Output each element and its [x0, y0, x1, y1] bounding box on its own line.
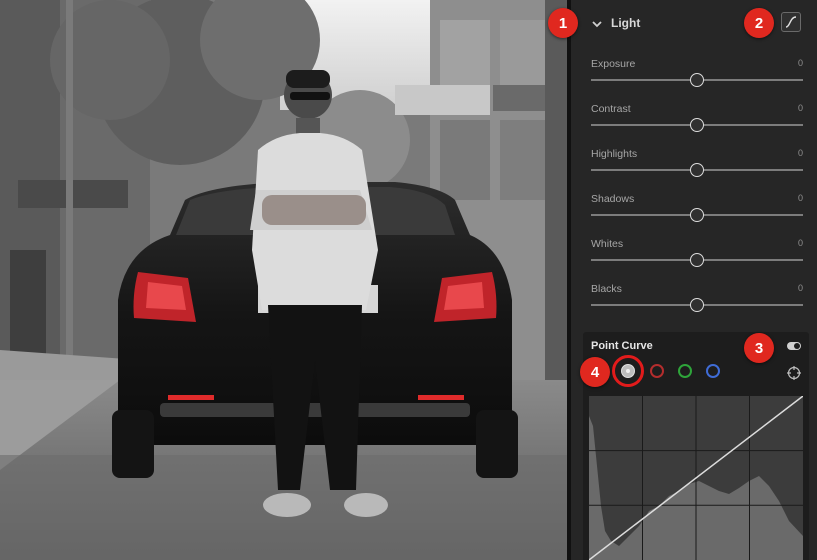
tone-curve-icon — [782, 13, 800, 31]
callout-badge-3: 3 — [744, 333, 774, 363]
slider-label: Exposure — [591, 58, 636, 70]
point-curve-graph[interactable] — [589, 396, 803, 560]
slider-value[interactable]: 0 — [798, 283, 803, 293]
slider-value[interactable]: 0 — [798, 103, 803, 113]
slider-thumb[interactable] — [690, 163, 704, 177]
exposure-slider-row: Exposure 0 — [591, 58, 803, 94]
photo-preview — [0, 0, 567, 560]
slider-label: Whites — [591, 238, 624, 250]
contrast-slider-row: Contrast 0 — [591, 103, 803, 139]
slider-label: Blacks — [591, 283, 622, 295]
slider-thumb[interactable] — [690, 208, 704, 222]
callout-badge-2: 2 — [744, 8, 774, 38]
light-section-title: Light — [611, 16, 641, 30]
whites-slider-row: Whites 0 — [591, 238, 803, 274]
slider-thumb[interactable] — [690, 73, 704, 87]
slider-thumb[interactable] — [690, 298, 704, 312]
toggle-knob — [794, 343, 800, 349]
green-channel-button[interactable] — [678, 364, 692, 378]
slider-value[interactable]: 0 — [798, 238, 803, 248]
tone-curve-button[interactable] — [781, 12, 801, 32]
callout-badge-1: 1 — [548, 8, 578, 38]
point-curve-toggle[interactable] — [787, 342, 801, 350]
slider-value[interactable]: 0 — [798, 193, 803, 203]
light-section-header[interactable]: Light — [591, 12, 640, 34]
chevron-down-icon[interactable] — [591, 17, 603, 29]
point-curve-section: Point Curve — [583, 332, 809, 560]
blacks-slider-row: Blacks 0 — [591, 283, 803, 319]
blue-channel-button[interactable] — [706, 364, 720, 378]
slider-value[interactable]: 0 — [798, 148, 803, 158]
point-curve-title: Point Curve — [591, 340, 653, 352]
develop-panel: Light Exposure 0 Contrast 0 Highlights 0… — [571, 0, 817, 560]
channel-dot — [626, 369, 630, 373]
slider-label: Contrast — [591, 103, 631, 115]
slider-label: Shadows — [591, 193, 635, 205]
slider-label: Highlights — [591, 148, 638, 160]
highlights-slider-row: Highlights 0 — [591, 148, 803, 184]
slider-thumb[interactable] — [690, 118, 704, 132]
slider-thumb[interactable] — [690, 253, 704, 267]
shadows-slider-row: Shadows 0 — [591, 193, 803, 229]
callout-badge-4: 4 — [580, 357, 610, 387]
target-adjustment-icon[interactable] — [787, 366, 801, 380]
rgb-channel-button[interactable] — [621, 364, 635, 378]
red-channel-button[interactable] — [650, 364, 664, 378]
slider-value[interactable]: 0 — [798, 58, 803, 68]
